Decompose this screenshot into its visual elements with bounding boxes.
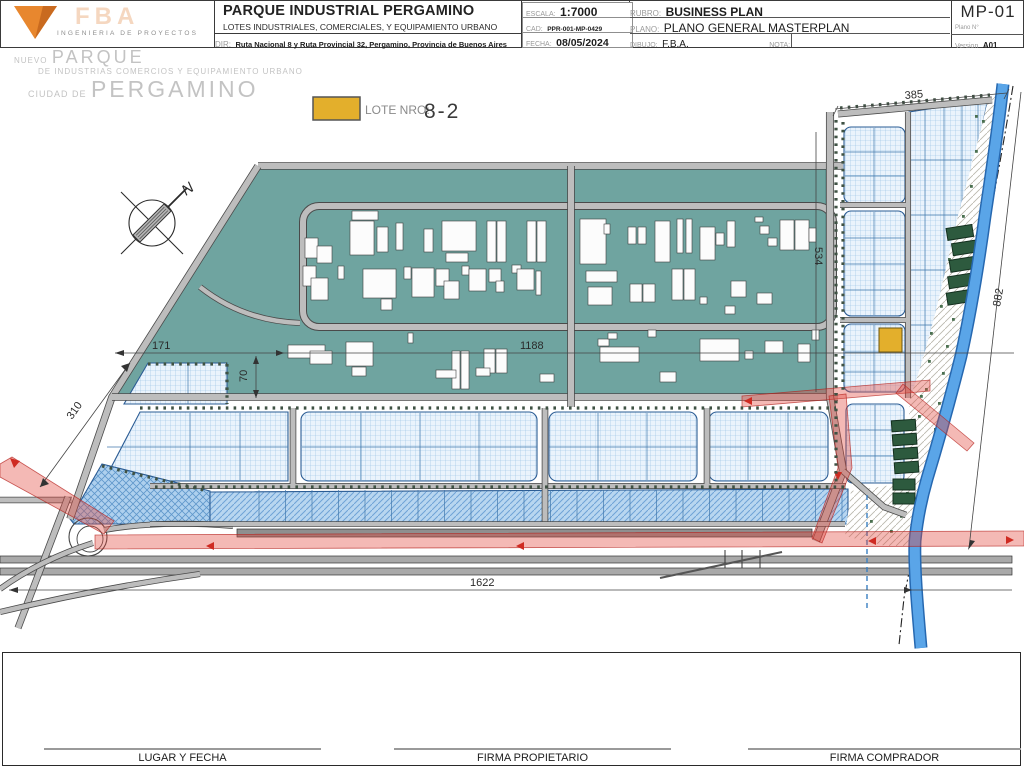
version-value: A01 xyxy=(983,41,998,50)
dim-1622: 1622 xyxy=(470,577,494,589)
signature-box: LUGAR Y FECHA FIRMA PROPIETARIO FIRMA CO… xyxy=(2,652,1021,766)
signature-label-buyer: FIRMA COMPRADOR xyxy=(748,752,1021,764)
east-lot-a xyxy=(844,127,905,203)
compass-north-indicator: N xyxy=(121,179,197,254)
strip-lots-row xyxy=(152,489,848,524)
date-value: 08/05/2024 xyxy=(556,37,609,48)
masterplan-drawing: 385 534 882 171 1188 70 310 1622 xyxy=(0,46,1024,652)
plan-sheet: FBA INGENIERIA DE PROYECTOS PARQUE INDUS… xyxy=(0,0,1024,768)
dim-171: 171 xyxy=(152,340,170,352)
address-row: DIR: Ruta Nacional 8 y Ruta Provincial 3… xyxy=(215,33,521,48)
lot-row-4 xyxy=(709,412,828,481)
scale-cell: ESCALA: 1:7000 xyxy=(522,2,633,18)
legend-label: LOTE NRO: xyxy=(365,103,430,117)
project-subtitle: LOTES INDUSTRIALES, COMERCIALES, Y EQUIP… xyxy=(223,22,497,32)
dim-70: 70 xyxy=(238,370,250,382)
title-block: FBA INGENIERIA DE PROYECTOS PARQUE INDUS… xyxy=(0,0,1024,48)
lot-legend: LOTE NRO: 8-2 xyxy=(313,97,460,123)
highway-band-2 xyxy=(0,568,1012,575)
sheet-code: MP-01 xyxy=(953,2,1023,22)
lot-row-2 xyxy=(301,412,537,481)
signature-label-owner: FIRMA PROPIETARIO xyxy=(394,752,671,764)
east-lot-b xyxy=(844,211,905,316)
date-cell: FECHA: 08/05/2024 xyxy=(522,32,633,48)
address-value: Ruta Nacional 8 y Ruta Provincial 32, Pe… xyxy=(235,40,506,49)
dim-385: 385 xyxy=(904,88,923,102)
dim-534: 534 xyxy=(812,247,824,265)
signature-line xyxy=(44,748,321,750)
lot-row-1 xyxy=(104,412,288,481)
highlighted-lot-8-2 xyxy=(879,328,902,352)
signature-label-place-date: LUGAR Y FECHA xyxy=(44,752,321,764)
company-name-watermark: FBA xyxy=(75,3,139,31)
cad-cell: CAD: PPR-001-MP-0429 xyxy=(522,17,633,33)
date-label: FECHA: xyxy=(526,41,552,48)
signature-line xyxy=(394,748,671,750)
dim-1188: 1188 xyxy=(520,340,544,352)
lot-row-3 xyxy=(549,412,697,481)
nota-label: NOTA: xyxy=(769,42,790,48)
legend-swatch xyxy=(313,97,360,120)
sheet-number-label: Plano N° xyxy=(955,25,979,31)
company-tagline: INGENIERIA DE PROYECTOS xyxy=(57,30,198,37)
highway-band-1 xyxy=(0,556,1012,563)
dibujo-value: F.B.A. xyxy=(662,39,689,48)
dim-310: 310 xyxy=(65,400,85,422)
project-title: PARQUE INDUSTRIAL PERGAMINO xyxy=(223,3,474,19)
divider xyxy=(791,33,792,47)
version-label: Version xyxy=(955,43,978,50)
dibujo-label: DIBUJO: xyxy=(630,42,658,48)
legend-lot-number: 8-2 xyxy=(424,100,460,123)
company-logo-icon xyxy=(13,4,59,47)
signature-line xyxy=(748,748,1021,750)
version-cell: Version A01 xyxy=(951,34,1024,48)
dim-882: 882 xyxy=(991,287,1006,307)
red-corridor-main xyxy=(95,531,1024,549)
address-label: DIR: xyxy=(215,40,231,49)
north-label: N xyxy=(179,179,198,199)
dibujo-cell: DIBUJO: F.B.A. NOTA: xyxy=(630,33,950,48)
